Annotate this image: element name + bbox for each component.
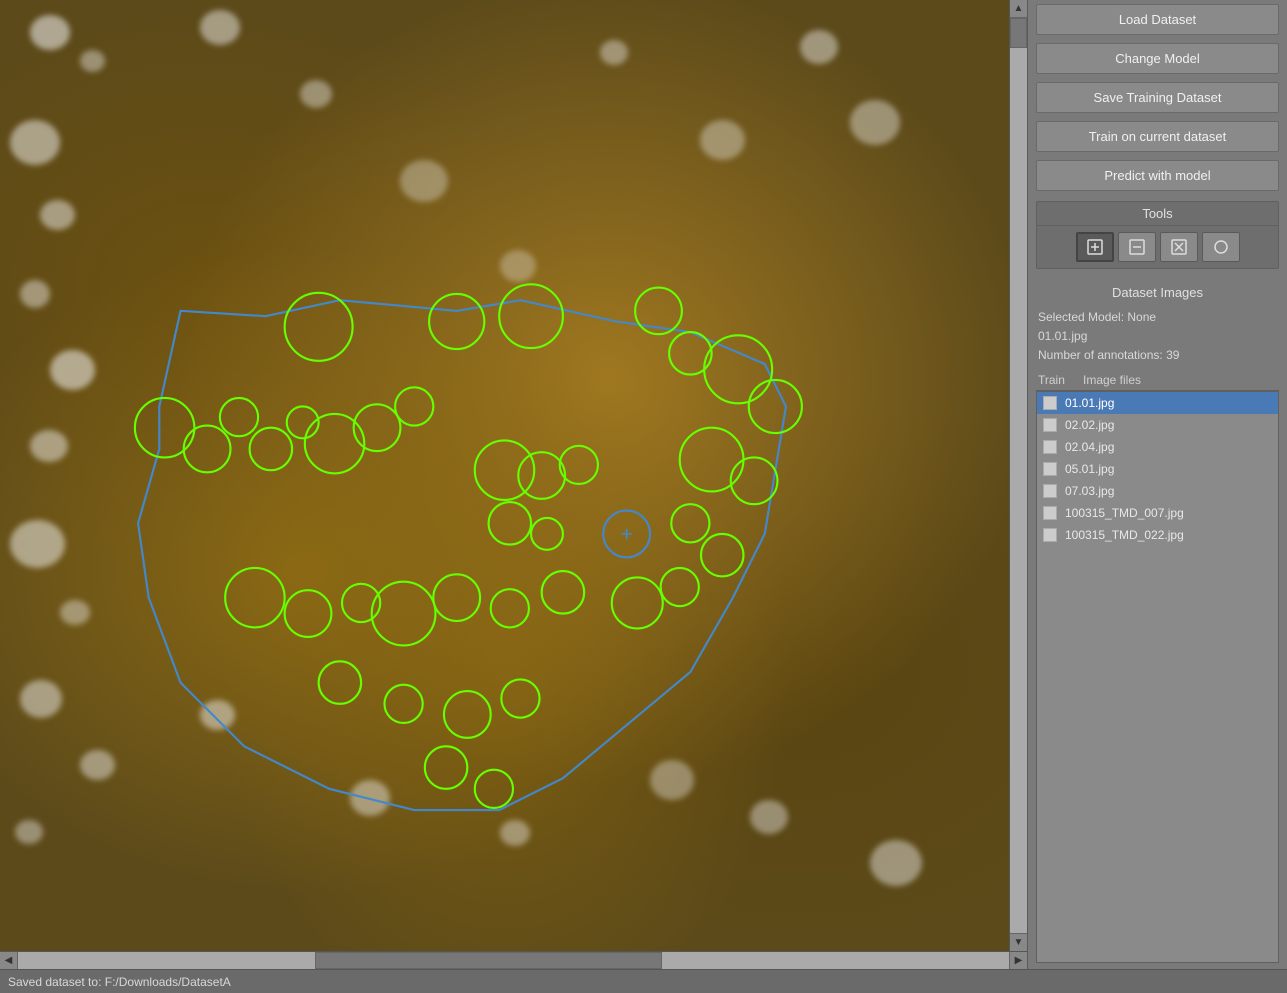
file-checkbox[interactable] — [1043, 506, 1057, 520]
status-text: Saved dataset to: F:/Downloads/DatasetA — [8, 975, 231, 989]
vertical-scrollbar[interactable]: ▲ ▼ — [1009, 0, 1027, 951]
files-column-header: Image files — [1083, 373, 1141, 387]
load-dataset-button[interactable]: Load Dataset — [1036, 4, 1279, 35]
tool-add-button[interactable] — [1076, 232, 1114, 262]
add-circle-icon — [1086, 238, 1104, 256]
predict-model-button[interactable]: Predict with model — [1036, 160, 1279, 191]
file-item[interactable]: 01.01.jpg — [1037, 392, 1278, 414]
canvas-wrapper: ▲ ▼ ◀ ▶ — [0, 0, 1027, 969]
train-column-header: Train — [1038, 373, 1083, 387]
tool-remove-button[interactable] — [1118, 232, 1156, 262]
file-item[interactable]: 07.03.jpg — [1037, 480, 1278, 502]
tools-row — [1037, 226, 1278, 268]
file-checkbox[interactable] — [1043, 484, 1057, 498]
scroll-right-button[interactable]: ▶ — [1009, 952, 1027, 970]
file-item[interactable]: 05.01.jpg — [1037, 458, 1278, 480]
dataset-title: Dataset Images — [1036, 281, 1279, 304]
file-list-header: Train Image files — [1036, 370, 1279, 391]
file-list[interactable]: 01.01.jpg 02.02.jpg 02.04.jpg 05.01.jpg 07.0… — [1036, 391, 1279, 963]
file-checkbox[interactable] — [1043, 440, 1057, 454]
file-item[interactable]: 100315_TMD_007.jpg — [1037, 502, 1278, 524]
file-name-label: 02.04.jpg — [1065, 440, 1114, 454]
file-checkbox[interactable] — [1043, 462, 1057, 476]
annotations-label: Number of annotations: 39 — [1038, 346, 1277, 365]
save-training-button[interactable]: Save Training Dataset — [1036, 82, 1279, 113]
circle-icon — [1212, 238, 1230, 256]
tools-section: Tools — [1036, 201, 1279, 269]
selected-model-label: Selected Model: None — [1038, 308, 1277, 327]
file-name-label: 01.01.jpg — [1065, 396, 1114, 410]
dataset-info: Selected Model: None 01.01.jpg Number of… — [1036, 304, 1279, 370]
scroll-left-button[interactable]: ◀ — [0, 952, 18, 970]
scroll-down-button[interactable]: ▼ — [1010, 933, 1028, 951]
file-checkbox[interactable] — [1043, 396, 1057, 410]
dataset-section: Dataset Images Selected Model: None 01.0… — [1036, 281, 1279, 963]
file-item[interactable]: 02.04.jpg — [1037, 436, 1278, 458]
canvas-area[interactable] — [0, 0, 1009, 951]
microscope-image — [0, 0, 1009, 951]
status-bar: Saved dataset to: F:/Downloads/DatasetA — [0, 969, 1287, 993]
file-name-label: 100315_TMD_022.jpg — [1065, 528, 1184, 542]
clear-icon — [1170, 238, 1188, 256]
file-item[interactable]: 100315_TMD_022.jpg — [1037, 524, 1278, 546]
left-arrow-icon: ◀ — [5, 955, 13, 966]
v-scroll-thumb[interactable] — [1010, 18, 1027, 48]
file-name-label: 02.02.jpg — [1065, 418, 1114, 432]
h-scroll-thumb[interactable] — [315, 952, 662, 969]
horizontal-scrollbar[interactable]: ◀ ▶ — [0, 951, 1027, 969]
tool-clear-button[interactable] — [1160, 232, 1198, 262]
file-item[interactable]: 02.02.jpg — [1037, 414, 1278, 436]
remove-icon — [1128, 238, 1146, 256]
file-name-label: 07.03.jpg — [1065, 484, 1114, 498]
right-panel: Load Dataset Change Model Save Training … — [1027, 0, 1287, 969]
file-name-label: 100315_TMD_007.jpg — [1065, 506, 1184, 520]
up-arrow-icon: ▲ — [1014, 3, 1024, 14]
tools-label: Tools — [1037, 202, 1278, 226]
v-scroll-track[interactable] — [1010, 18, 1027, 933]
right-arrow-icon: ▶ — [1015, 955, 1023, 966]
scroll-up-button[interactable]: ▲ — [1010, 0, 1028, 18]
current-file-label: 01.01.jpg — [1038, 327, 1277, 346]
file-name-label: 05.01.jpg — [1065, 462, 1114, 476]
h-scroll-track[interactable] — [18, 952, 1009, 969]
train-current-button[interactable]: Train on current dataset — [1036, 121, 1279, 152]
change-model-button[interactable]: Change Model — [1036, 43, 1279, 74]
file-checkbox[interactable] — [1043, 418, 1057, 432]
down-arrow-icon: ▼ — [1014, 937, 1024, 948]
file-checkbox[interactable] — [1043, 528, 1057, 542]
tool-circle-button[interactable] — [1202, 232, 1240, 262]
